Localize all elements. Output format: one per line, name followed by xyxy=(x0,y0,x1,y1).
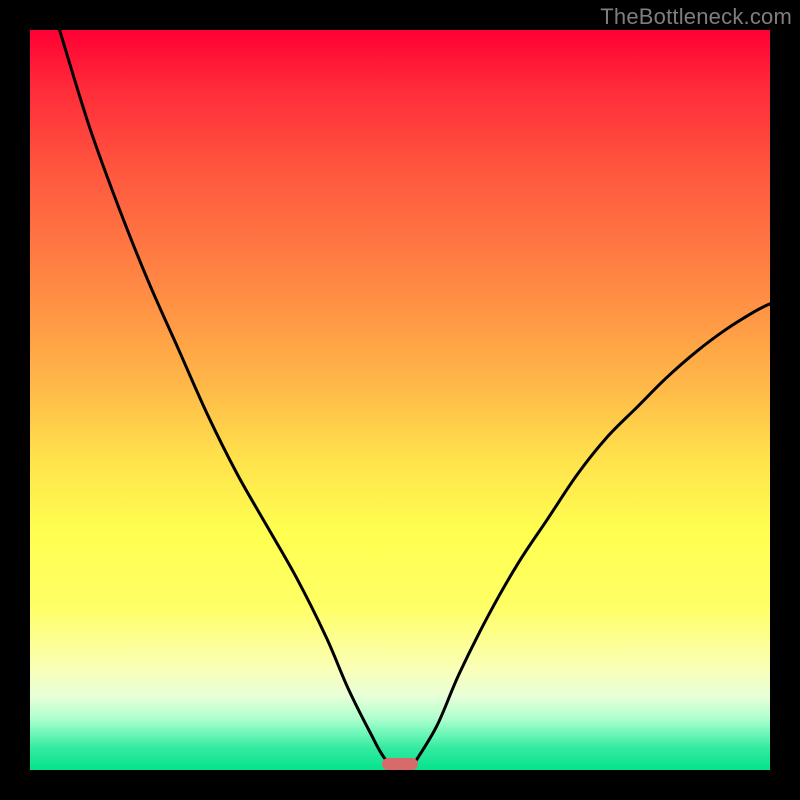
minimum-marker xyxy=(382,758,418,770)
curve-layer xyxy=(30,30,770,770)
curve-left-branch xyxy=(60,30,400,766)
chart-frame: TheBottleneck.com xyxy=(0,0,800,800)
watermark-text: TheBottleneck.com xyxy=(600,4,792,30)
curve-right-branch xyxy=(415,304,770,763)
